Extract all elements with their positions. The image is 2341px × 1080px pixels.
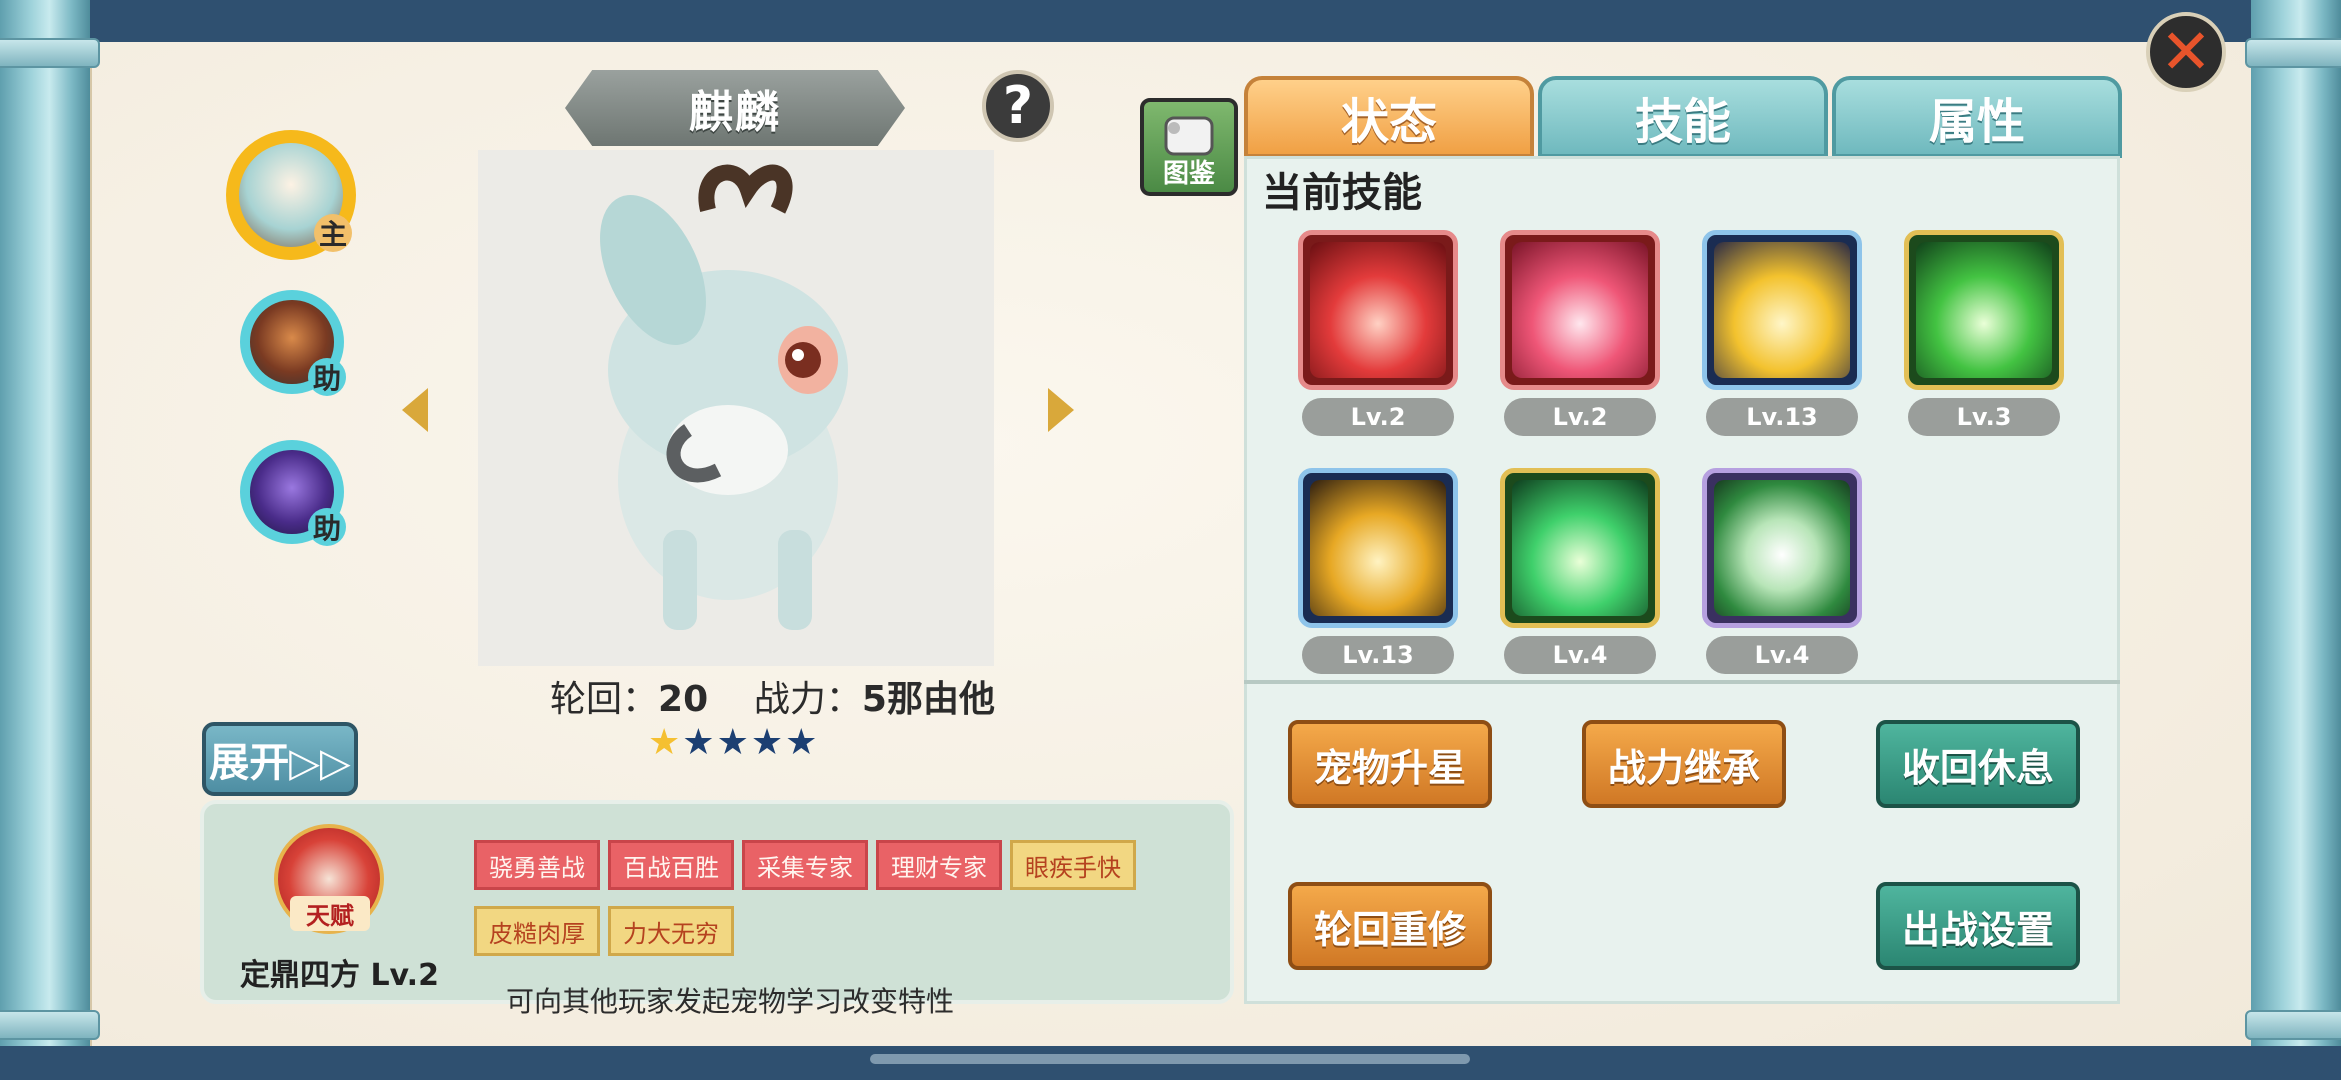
qilin-model-icon: [600, 164, 848, 630]
roller-cap-bottom: [0, 1010, 100, 1040]
star-icon: ★: [750, 722, 784, 763]
skill-level: Lv.4: [1706, 636, 1858, 674]
star-rating: ★ ★ ★ ★ ★: [648, 722, 817, 763]
heart-gold-icon: [1714, 242, 1850, 378]
sword-gold-icon: [1310, 480, 1446, 616]
skill-slot[interactable]: Lv.2: [1298, 230, 1458, 440]
skill-level: Lv.2: [1302, 398, 1454, 436]
pet-name: 麒麟: [689, 87, 781, 138]
roller-cap-top: [0, 38, 100, 68]
trait-tag[interactable]: 骁勇善战: [474, 840, 600, 890]
roller-cap-top: [2245, 38, 2341, 68]
talent-emblem-text: 天赋: [290, 896, 370, 931]
reincarnation-label: 轮回：: [550, 679, 659, 720]
skill-level: Lv.13: [1302, 636, 1454, 674]
talent-box: 天赋 定鼎四方 Lv.2 骁勇善战 百战百胜 采集专家 理财专家 眼疾手快 皮糙…: [200, 800, 1234, 1004]
reincarnation-value: 20: [658, 679, 709, 720]
skill-level: Lv.3: [1908, 398, 2060, 436]
pet-name-plate: 麒麟: [565, 70, 905, 146]
tab-status[interactable]: 状态: [1244, 76, 1534, 158]
trait-tag[interactable]: 理财专家: [876, 840, 1002, 890]
reincarnate-button[interactable]: 轮回重修: [1288, 882, 1492, 970]
pet-model-view[interactable]: [478, 150, 994, 666]
scroll-roller-right: [2245, 0, 2341, 1080]
skills-title: 当前技能: [1262, 170, 1422, 216]
trait-tag[interactable]: 力大无穷: [608, 906, 734, 956]
skill-slot[interactable]: Lv.13: [1702, 230, 1862, 440]
pet-avatar-assist-2[interactable]: 助: [240, 440, 346, 546]
skill-slot[interactable]: Lv.4: [1500, 468, 1660, 678]
tab-skills[interactable]: 技能: [1538, 76, 1828, 158]
skill-slot[interactable]: Lv.13: [1298, 468, 1458, 678]
expand-button[interactable]: 展开▷▷: [202, 722, 358, 796]
talent-emblem-icon[interactable]: 天赋: [274, 824, 384, 934]
trait-tag[interactable]: 皮糙肉厚: [474, 906, 600, 956]
home-indicator[interactable]: [870, 1054, 1470, 1064]
pokedex-button[interactable]: 图鉴: [1140, 98, 1238, 196]
assist-tag: 助: [308, 358, 346, 396]
close-icon[interactable]: ✕: [2146, 12, 2226, 92]
pokedex-label: 图鉴: [1162, 159, 1215, 189]
pet-avatar-assist-1[interactable]: 助: [240, 290, 346, 396]
star-icon: ★: [682, 722, 715, 763]
skills-divider: [1244, 680, 2120, 684]
skill-slot[interactable]: Lv.3: [1904, 230, 2064, 440]
assist-tag: 助: [308, 508, 346, 546]
talent-name: 定鼎四方 Lv.2: [240, 958, 439, 993]
skill-slot[interactable]: Lv.2: [1500, 230, 1660, 440]
skill-slot[interactable]: Lv.4: [1702, 468, 1862, 678]
shield-green-icon: [1714, 480, 1850, 616]
skill-level: Lv.13: [1706, 398, 1858, 436]
sword-red-icon: [1310, 242, 1446, 378]
star-icon: ★: [648, 722, 681, 763]
top-bar: [0, 0, 2341, 42]
battle-settings-button[interactable]: 出战设置: [1876, 882, 2080, 970]
heart-red-icon: [1512, 242, 1648, 378]
power-label: 战力：: [753, 679, 862, 720]
talent-hint: 可向其他玩家发起宠物学习改变特性: [506, 985, 955, 1018]
heart-green-icon: [1512, 480, 1648, 616]
sword-green-icon: [1916, 242, 2052, 378]
star-icon: ★: [785, 722, 818, 763]
next-pet-arrow-icon[interactable]: [1048, 388, 1074, 432]
roller-cap-bottom: [2245, 1010, 2341, 1040]
pet-stats: 轮回：20 战力：5那由他: [550, 670, 1030, 722]
prev-pet-arrow-icon[interactable]: [402, 388, 428, 432]
recall-rest-button[interactable]: 收回休息: [1876, 720, 2080, 808]
star-icon: ★: [716, 722, 749, 763]
trait-tag[interactable]: 百战百胜: [608, 840, 734, 890]
inherit-power-button[interactable]: 战力继承: [1582, 720, 1786, 808]
power-value: 5那由他: [861, 679, 995, 720]
trait-tag[interactable]: 眼疾手快: [1010, 840, 1136, 890]
main-tag: 主: [314, 214, 352, 252]
tab-attributes[interactable]: 属性: [1832, 76, 2122, 158]
upgrade-star-button[interactable]: 宠物升星: [1288, 720, 1492, 808]
trait-tag[interactable]: 采集专家: [742, 840, 868, 890]
skill-level: Lv.4: [1504, 636, 1656, 674]
help-button[interactable]: ?: [982, 70, 1054, 142]
scroll-roller-left: [0, 0, 100, 1080]
pet-avatar-main[interactable]: 主: [226, 130, 356, 260]
skill-level: Lv.2: [1504, 398, 1656, 436]
